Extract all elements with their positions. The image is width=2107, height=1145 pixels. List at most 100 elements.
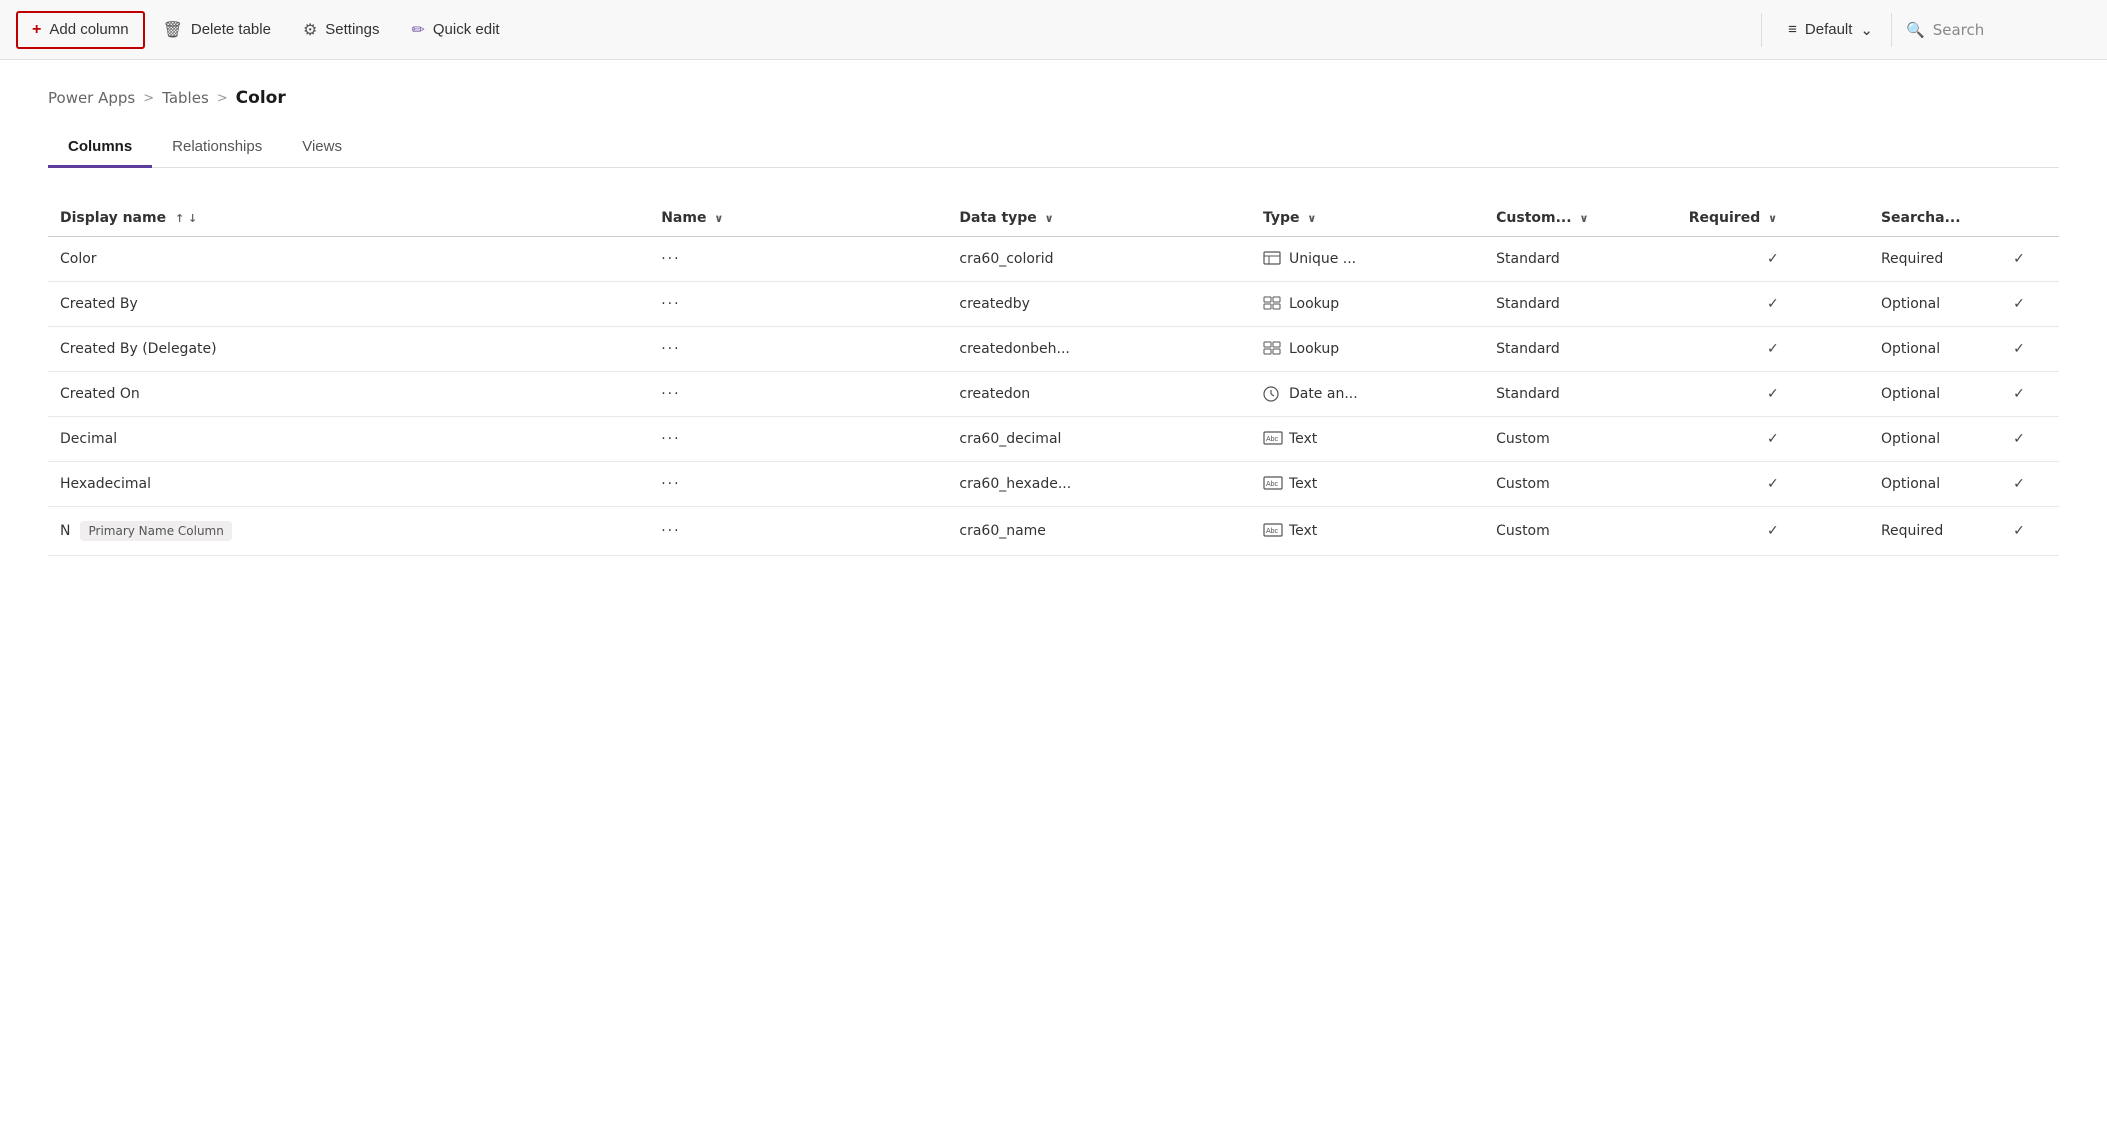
td-display-name: Hexadecimal <box>48 462 649 507</box>
td-display-name: Created On <box>48 372 649 417</box>
row-options-dots[interactable]: ··· <box>649 372 947 417</box>
td-data-type: Date an... <box>1251 372 1484 417</box>
td-data-type: Lookup <box>1251 327 1484 372</box>
row-display-name-text: Created By <box>60 296 138 312</box>
td-display-name: Decimal <box>48 417 649 462</box>
td-display-name: Created By (Delegate) <box>48 327 649 372</box>
td-searchable: ✓ <box>1979 282 2059 327</box>
searchable-checkmark: ✓ <box>2013 476 2025 492</box>
custom-checkmark: ✓ <box>1767 296 1779 312</box>
td-required: Optional <box>1869 462 1979 507</box>
row-options-dots[interactable]: ··· <box>649 462 947 507</box>
td-data-type: Unique ... <box>1251 237 1484 282</box>
custom-checkmark: ✓ <box>1767 341 1779 357</box>
chevron-datatype: ∨ <box>1045 212 1054 225</box>
svg-text:Abc: Abc <box>1266 481 1279 488</box>
td-name: cra60_colorid <box>947 237 1251 282</box>
data-type-icon <box>1263 296 1283 312</box>
td-type: Standard <box>1484 372 1677 417</box>
td-required: Optional <box>1869 327 1979 372</box>
tab-columns[interactable]: Columns <box>48 128 152 168</box>
td-type: Standard <box>1484 327 1677 372</box>
td-name: cra60_decimal <box>947 417 1251 462</box>
breadcrumb-tables[interactable]: Tables <box>162 89 209 107</box>
td-name: cra60_hexade... <box>947 462 1251 507</box>
th-display-name[interactable]: Display name ↑ ↓ <box>48 200 649 237</box>
td-required: Required <box>1869 507 1979 556</box>
td-type: Standard <box>1484 282 1677 327</box>
toolbar: + Add column 🗑 Delete table ⚙ Settings ✏… <box>0 0 2107 60</box>
settings-button[interactable]: ⚙ Settings <box>289 12 394 48</box>
data-type-icon: Abc <box>1263 431 1283 447</box>
breadcrumb-sep1: > <box>143 91 154 106</box>
th-data-type[interactable]: Data type ∨ <box>947 200 1251 237</box>
td-data-type: Abc Text <box>1251 417 1484 462</box>
td-data-type: AbcText <box>1251 462 1484 507</box>
default-view-button[interactable]: ≡ Default ⌄ <box>1774 13 1887 47</box>
table-section: Display name ↑ ↓ Name ∨ Data type ∨ Type… <box>0 168 2107 556</box>
table-header-row: Display name ↑ ↓ Name ∨ Data type ∨ Type… <box>48 200 2059 237</box>
chevron-required: ∨ <box>1768 212 1777 225</box>
td-required: Optional <box>1869 417 1979 462</box>
row-display-name-text: Hexadecimal <box>60 476 151 492</box>
breadcrumb-power-apps[interactable]: Power Apps <box>48 89 135 107</box>
searchable-checkmark: ✓ <box>2013 251 2025 267</box>
data-type-label: Lookup <box>1289 296 1339 312</box>
data-type-icon: Abc <box>1263 523 1283 539</box>
tabs-section: Columns Relationships Views <box>0 116 2107 168</box>
chevron-custom: ∨ <box>1579 212 1588 225</box>
custom-checkmark: ✓ <box>1767 251 1779 267</box>
td-required: Required <box>1869 237 1979 282</box>
row-options-dots[interactable]: ··· <box>649 417 947 462</box>
primary-name-badge: Primary Name Column <box>80 521 231 541</box>
td-name: cra60_name <box>947 507 1251 556</box>
td-custom: ✓ <box>1677 282 1869 327</box>
svg-text:Abc: Abc <box>1266 528 1279 535</box>
row-options-dots[interactable]: ··· <box>649 282 947 327</box>
row-display-name-text: N <box>60 523 70 539</box>
th-type[interactable]: Type ∨ <box>1251 200 1484 237</box>
delete-table-button[interactable]: 🗑 Delete table <box>149 12 285 48</box>
data-type-label: Text <box>1289 523 1317 539</box>
row-options-dots[interactable]: ··· <box>649 507 947 556</box>
chevron-down-icon: ⌄ <box>1860 21 1873 39</box>
td-data-type: Abc Text <box>1251 507 1484 556</box>
data-type-label: Lookup <box>1289 341 1339 357</box>
row-options-dots[interactable]: ··· <box>649 237 947 282</box>
td-display-name: N Primary Name Column <box>48 507 649 556</box>
td-display-name: Created By <box>48 282 649 327</box>
th-searchable[interactable]: Searcha... <box>1869 200 1979 237</box>
add-column-label: Add column <box>49 21 128 38</box>
plus-icon: + <box>32 21 41 39</box>
table-row: Created By (Delegate)···createdonbeh... L… <box>48 327 2059 372</box>
th-required[interactable]: Required ∨ <box>1677 200 1869 237</box>
th-name[interactable]: Name ∨ <box>649 200 947 237</box>
data-type-label: Text <box>1289 431 1317 447</box>
td-custom: ✓ <box>1677 462 1869 507</box>
table-row: Created On···createdonDate an...Standard… <box>48 372 2059 417</box>
tab-views[interactable]: Views <box>282 128 362 168</box>
columns-table: Display name ↑ ↓ Name ∨ Data type ∨ Type… <box>48 200 2059 556</box>
add-column-button[interactable]: + Add column <box>16 11 145 49</box>
td-custom: ✓ <box>1677 372 1869 417</box>
data-type-label: Date an... <box>1289 386 1358 402</box>
svg-text:Abc: Abc <box>1266 436 1279 443</box>
tab-relationships[interactable]: Relationships <box>152 128 282 168</box>
td-type: Custom <box>1484 417 1677 462</box>
search-area[interactable]: 🔍 Search <box>1891 13 2091 47</box>
td-name: createdby <box>947 282 1251 327</box>
custom-checkmark: ✓ <box>1767 386 1779 402</box>
row-display-name-text: Color <box>60 251 97 267</box>
td-searchable: ✓ <box>1979 462 2059 507</box>
th-custom[interactable]: Custom... ∨ <box>1484 200 1677 237</box>
chevron-name: ∨ <box>714 212 723 225</box>
sort-icons-display: ↑ ↓ <box>175 212 197 225</box>
td-searchable: ✓ <box>1979 507 2059 556</box>
td-custom: ✓ <box>1677 237 1869 282</box>
row-options-dots[interactable]: ··· <box>649 327 947 372</box>
delete-table-label: Delete table <box>191 21 271 38</box>
breadcrumb-section: Power Apps > Tables > Color <box>0 60 2107 116</box>
td-name: createdonbeh... <box>947 327 1251 372</box>
data-type-icon <box>1263 386 1283 402</box>
quick-edit-button[interactable]: ✏ Quick edit <box>397 12 513 48</box>
